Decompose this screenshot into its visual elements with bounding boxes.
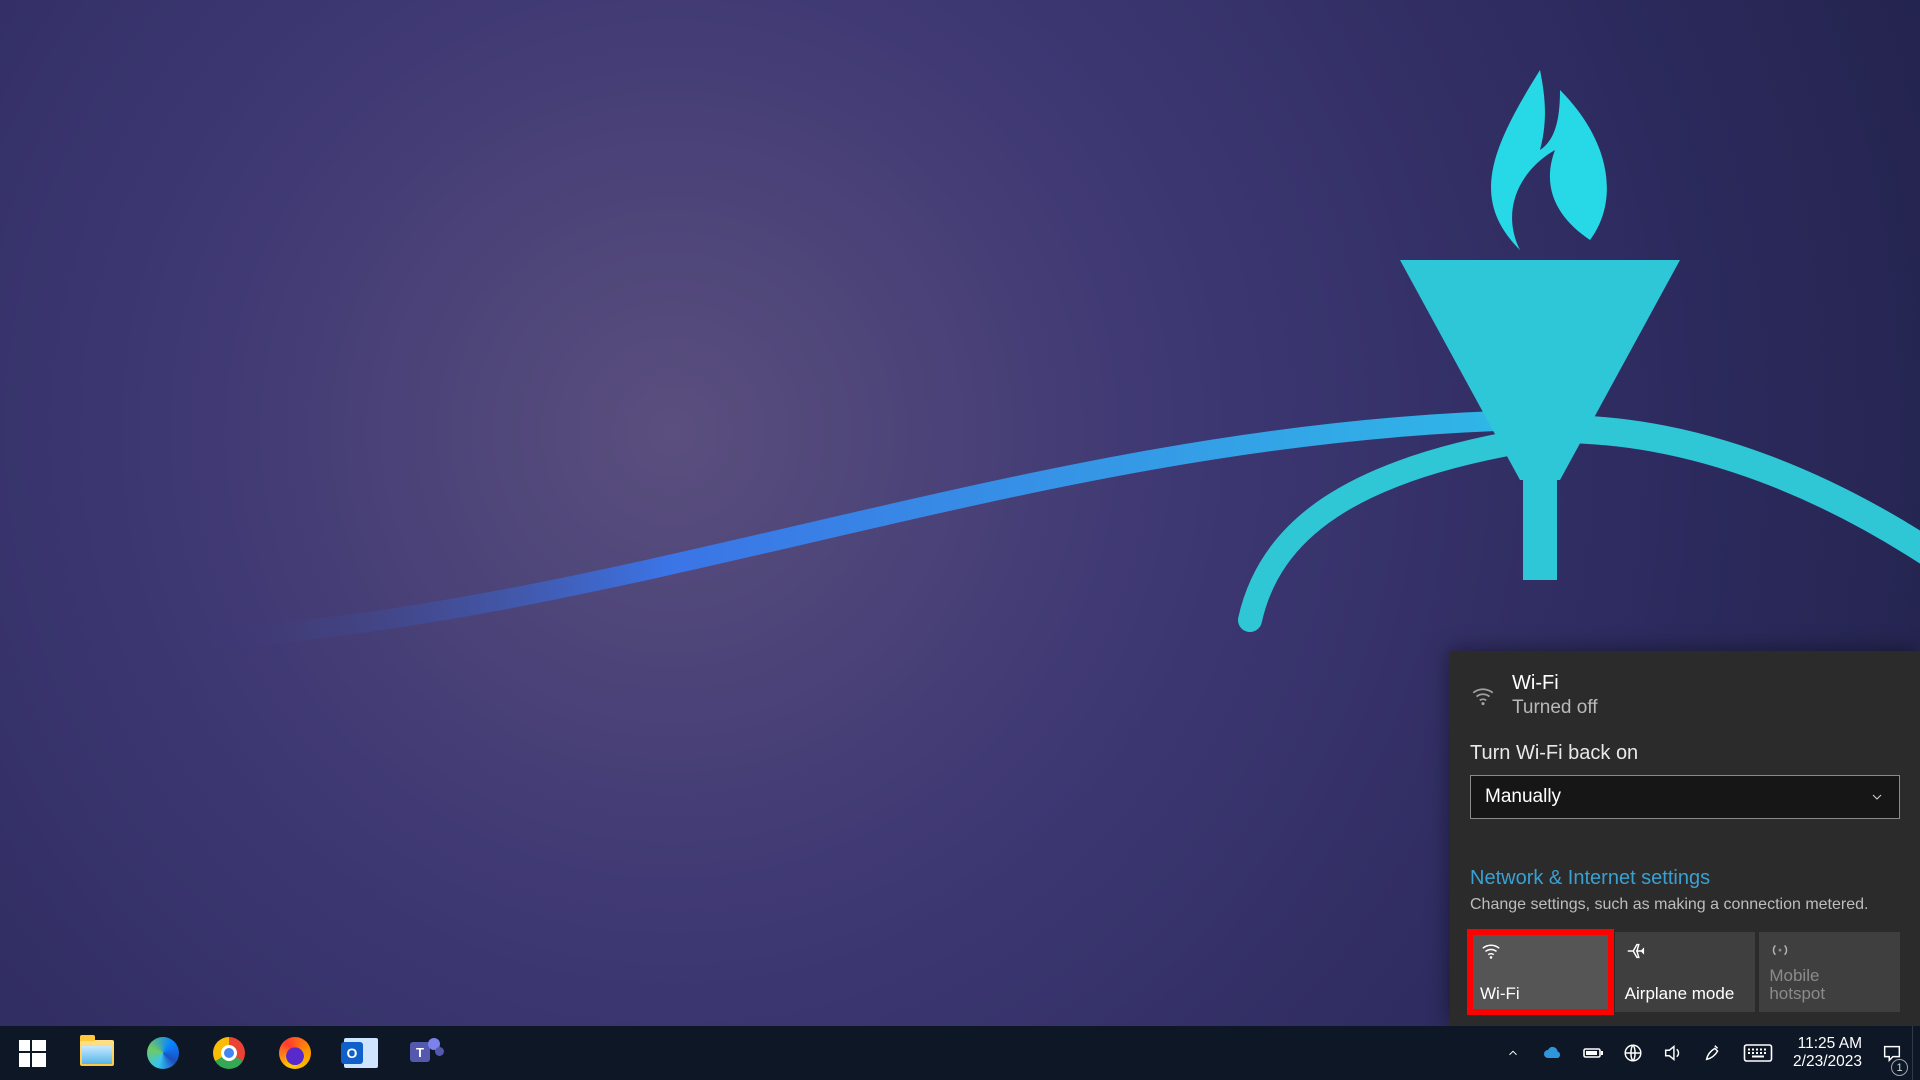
tray-volume[interactable]	[1653, 1026, 1693, 1080]
taskbar-app-outlook[interactable]	[328, 1026, 394, 1080]
chrome-icon	[213, 1037, 245, 1069]
dropdown-selected-value: Manually	[1485, 786, 1561, 808]
windows-icon	[19, 1040, 46, 1067]
network-flyout: Wi-Fi Turned off Turn Wi-Fi back on Manu…	[1450, 651, 1920, 1026]
tray-battery[interactable]	[1573, 1026, 1613, 1080]
quick-action-tiles: Wi-Fi Airplane mode Mobile hotspot	[1470, 932, 1900, 1012]
network-settings-subtext: Change settings, such as making a connec…	[1470, 896, 1900, 914]
taskbar-app-edge[interactable]	[130, 1026, 196, 1080]
globe-icon	[1622, 1042, 1644, 1064]
speaker-icon	[1662, 1042, 1684, 1064]
taskbar-app-firefox[interactable]	[262, 1026, 328, 1080]
chevron-down-icon	[1869, 789, 1885, 805]
tile-hotspot-label-1: Mobile	[1769, 967, 1890, 986]
airplane-icon	[1625, 940, 1647, 962]
turn-wifi-back-on-dropdown[interactable]: Manually	[1470, 775, 1900, 819]
taskbar-app-chrome[interactable]	[196, 1026, 262, 1080]
firefox-icon	[279, 1037, 311, 1069]
tile-airplane-mode[interactable]: Airplane mode	[1615, 932, 1756, 1012]
tile-wifi[interactable]: Wi-Fi	[1470, 932, 1611, 1012]
wifi-icon	[1470, 683, 1496, 709]
outlook-icon	[344, 1038, 378, 1068]
tile-mobile-hotspot[interactable]: Mobile hotspot	[1759, 932, 1900, 1012]
wifi-status: Turned off	[1512, 696, 1598, 720]
notification-count-badge: 1	[1891, 1059, 1908, 1076]
tray-stylus[interactable]	[1693, 1026, 1733, 1080]
taskbar-app-file-explorer[interactable]	[64, 1026, 130, 1080]
action-center-button[interactable]: 1	[1872, 1026, 1912, 1080]
teams-icon	[410, 1038, 444, 1068]
keyboard-icon	[1743, 1042, 1773, 1064]
taskbar: 11:25 AM 2/23/2023 1	[0, 1026, 1920, 1080]
tray-onedrive[interactable]	[1533, 1026, 1573, 1080]
tile-airplane-label: Airplane mode	[1625, 984, 1746, 1004]
taskbar-clock[interactable]: 11:25 AM 2/23/2023	[1783, 1026, 1872, 1080]
wifi-title: Wi-Fi	[1512, 671, 1598, 696]
start-button[interactable]	[0, 1026, 64, 1080]
taskbar-app-teams[interactable]	[394, 1026, 460, 1080]
edge-icon	[147, 1037, 179, 1069]
wifi-icon	[1480, 940, 1502, 962]
hotspot-icon	[1769, 940, 1791, 962]
clock-time: 11:25 AM	[1793, 1035, 1862, 1053]
tray-network[interactable]	[1613, 1026, 1653, 1080]
tile-wifi-label: Wi-Fi	[1480, 984, 1601, 1004]
clock-date: 2/23/2023	[1793, 1053, 1862, 1071]
battery-icon	[1581, 1041, 1605, 1065]
tile-hotspot-label-2: hotspot	[1769, 985, 1890, 1004]
tray-overflow-button[interactable]	[1493, 1026, 1533, 1080]
pen-icon	[1702, 1042, 1724, 1064]
chevron-up-icon	[1506, 1046, 1520, 1060]
file-explorer-icon	[80, 1040, 114, 1066]
turn-wifi-back-on-label: Turn Wi-Fi back on	[1470, 742, 1900, 765]
wifi-status-row[interactable]: Wi-Fi Turned off	[1470, 671, 1900, 720]
cloud-icon	[1541, 1041, 1565, 1065]
network-settings-link[interactable]: Network & Internet settings	[1470, 867, 1900, 890]
show-desktop-button[interactable]	[1912, 1026, 1920, 1080]
tray-touch-keyboard[interactable]	[1733, 1026, 1783, 1080]
